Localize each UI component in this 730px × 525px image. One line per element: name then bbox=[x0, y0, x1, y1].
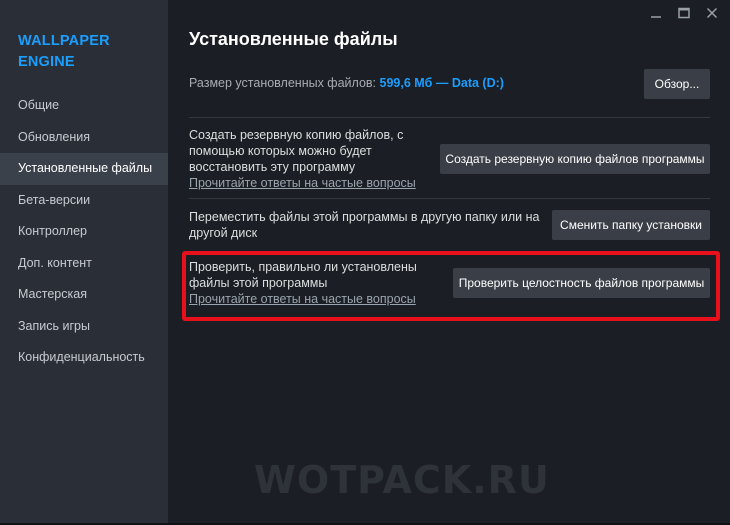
change-folder-button[interactable]: Сменить папку установки bbox=[552, 210, 710, 240]
verify-description: Проверить, правильно ли установлены файл… bbox=[189, 260, 417, 290]
sidebar-item-general[interactable]: Общие bbox=[0, 90, 168, 122]
app-title: WALLPAPER ENGINE bbox=[18, 33, 110, 70]
backup-section: Создать резервную копию файлов, с помощь… bbox=[189, 127, 419, 191]
sidebar-item-dlc[interactable]: Доп. контент bbox=[0, 248, 168, 280]
divider bbox=[189, 251, 710, 252]
installed-size-row: Размер установленных файлов: 599,6 Мб — … bbox=[189, 76, 504, 90]
installed-size-label: Размер установленных файлов: bbox=[189, 76, 377, 90]
sidebar-item-workshop[interactable]: Мастерская bbox=[0, 279, 168, 311]
backup-faq-link[interactable]: Прочитайте ответы на частые вопросы bbox=[189, 175, 419, 191]
verify-section: Проверить, правильно ли установлены файл… bbox=[189, 259, 429, 307]
sidebar-item-game-recording[interactable]: Запись игры bbox=[0, 311, 168, 343]
sidebar-item-controller[interactable]: Контроллер bbox=[0, 216, 168, 248]
backup-button[interactable]: Создать резервную копию файлов программы bbox=[440, 144, 710, 174]
sidebar-item-installed-files[interactable]: Установленные файлы bbox=[0, 153, 168, 185]
verify-integrity-button[interactable]: Проверить целостность файлов программы bbox=[453, 268, 710, 298]
backup-description: Создать резервную копию файлов, с помощь… bbox=[189, 128, 404, 174]
close-icon[interactable] bbox=[700, 4, 724, 22]
sidebar-nav: Общие Обновления Установленные файлы Бет… bbox=[0, 90, 168, 374]
browse-button[interactable]: Обзор... bbox=[644, 69, 710, 99]
move-section: Переместить файлы этой программы в другу… bbox=[189, 209, 549, 241]
page-title: Установленные файлы bbox=[189, 29, 398, 49]
main-panel: Установленные файлы Размер установленных… bbox=[168, 0, 730, 525]
minimize-icon[interactable] bbox=[644, 4, 668, 22]
window-controls bbox=[644, 4, 724, 22]
sidebar-item-betas[interactable]: Бета-версии bbox=[0, 185, 168, 217]
watermark: WOTPACK.RU bbox=[254, 458, 550, 502]
maximize-icon[interactable] bbox=[672, 4, 696, 22]
installed-size-value: 599,6 Мб — Data (D:) bbox=[379, 76, 504, 90]
sidebar-item-updates[interactable]: Обновления bbox=[0, 122, 168, 154]
sidebar: WALLPAPER ENGINE Общие Обновления Устано… bbox=[0, 0, 168, 525]
move-description: Переместить файлы этой программы в другу… bbox=[189, 210, 540, 240]
sidebar-item-privacy[interactable]: Конфиденциальность bbox=[0, 342, 168, 374]
divider bbox=[189, 198, 710, 199]
divider bbox=[189, 117, 710, 118]
verify-faq-link[interactable]: Прочитайте ответы на частые вопросы bbox=[189, 291, 429, 307]
